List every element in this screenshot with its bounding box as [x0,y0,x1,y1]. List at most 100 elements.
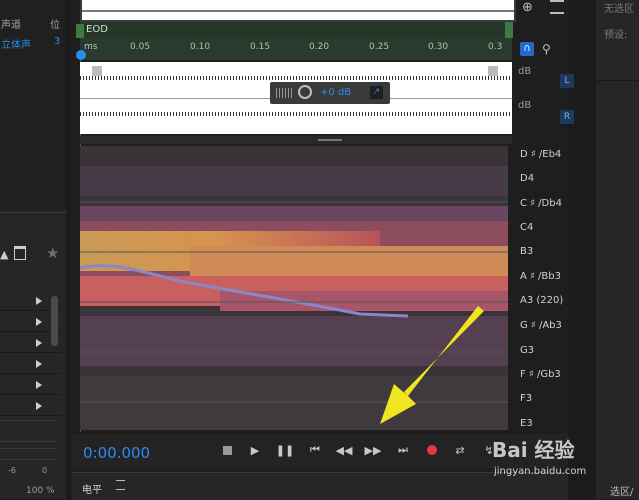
overview-waveform[interactable] [80,0,516,22]
play-icon: ▶ [250,443,260,457]
expand-icon[interactable] [36,318,42,326]
meter-percent: 100 % [26,486,55,496]
import-icon[interactable]: ▲ [0,248,8,261]
pos-header: 位 [50,20,60,31]
channel-header: 声道 [1,20,21,31]
tick-label: 0.05 [130,42,151,52]
record-button[interactable] [425,443,439,457]
gain-value[interactable]: +0 dB [320,87,351,98]
playhead[interactable] [76,50,86,60]
pitch-label: B3 [520,246,534,257]
play-button[interactable]: ▶ [248,443,262,457]
channel-l-toggle[interactable]: L [560,74,574,88]
pitch-label: D4 [520,173,535,184]
pitch-label: G ♯ /Ab3 [520,320,562,331]
tick-label: 0.20 [309,42,330,52]
pitch-label: G3 [520,345,535,356]
trash-icon[interactable] [14,246,26,260]
end-marker[interactable] [505,22,513,38]
watermark-url: jingyan.baidu.com [494,466,587,477]
next-button[interactable]: ⏭ [396,443,410,457]
rewind-icon: ◀◀ [335,443,353,457]
fast-forward-button[interactable]: ▶▶ [364,443,382,457]
level-menu-icon[interactable] [116,480,125,490]
spectral-pitch-display[interactable] [80,146,508,430]
preset-label: 预设: [604,30,628,41]
rewind-button[interactable]: ◀◀ [335,443,353,457]
zoom-icon[interactable]: ⊕ [522,0,533,15]
pin-icon[interactable]: ⚲ [542,42,551,56]
start-marker[interactable] [76,24,84,38]
list-item[interactable] [0,376,62,395]
loop-icon: ⇄ [455,443,465,457]
divider [596,80,639,81]
level-label: 电平 [82,485,102,496]
eod-label: EOD [86,24,108,35]
fast-forward-icon: ▶▶ [364,443,382,457]
expand-icon[interactable] [36,360,42,368]
list-item[interactable] [0,355,62,374]
meter-bar-bottom [0,448,56,460]
db-label: dB [518,66,532,77]
panel-divider [66,0,70,499]
left-panel: 声道 位 立体声 3 ▲ ★ -6 0 100 % [0,0,70,499]
pin-hud-icon[interactable]: ↗ [370,86,383,99]
waveform-line [82,10,514,12]
marker-bar: EOD [80,22,512,38]
record-icon [427,445,437,455]
selection-status: 无选区 [604,4,634,15]
divider [0,212,66,213]
waveform-editor[interactable]: +0 dB ↗ [80,62,512,134]
loop-button[interactable]: ⇄ [453,443,467,457]
tick-label: 0.25 [369,42,390,52]
volume-knob-icon[interactable] [298,85,312,99]
stop-button[interactable] [220,443,234,457]
pause-button[interactable]: ❚❚ [275,443,295,457]
fade-out-handle[interactable] [488,66,498,76]
meter-bar-top [0,420,56,442]
tick-label: 0.30 [428,42,449,52]
expand-icon[interactable] [36,402,42,410]
meter-label: -6 [8,466,16,475]
expand-icon[interactable] [36,339,42,347]
channel-value[interactable]: 立体声 [1,36,31,51]
time-ruler[interactable]: ms 0.05 0.10 0.15 0.20 0.25 0.30 0.3 [80,38,512,60]
pitch-label: E3 [520,418,533,429]
tick-label: 0.3 [488,42,503,52]
expand-icon[interactable] [36,297,42,305]
pitch-label: F ♯ /Gb3 [520,369,561,380]
pitch-label: C ♯ /Db4 [520,198,562,209]
tick-label: 0.10 [190,42,211,52]
star-icon[interactable]: ★ [46,244,59,262]
channel-r-toggle[interactable]: R [560,110,574,124]
db-label: dB [518,100,532,111]
effects-list [0,292,62,422]
scrollbar[interactable] [51,296,58,346]
right-panel: 无选区 预设: 选区/ [596,0,639,499]
waveform-r [80,112,512,116]
meter-label: 0 [42,466,48,475]
previous-button[interactable]: ⏮ [308,443,322,457]
tick-label: ms [84,42,98,52]
pitch-label: A3 (220) [520,295,564,306]
skip-back-icon: ⏮ [310,443,320,456]
pitch-label: D ♯ /Eb4 [520,149,562,160]
splitter-grip [318,139,342,141]
watermark-logo: Bai 经验 [492,438,575,462]
menu-icon[interactable] [550,0,564,14]
channel-number: 3 [54,36,61,47]
hud-gain[interactable]: +0 dB ↗ [270,82,390,104]
stop-icon [222,445,232,455]
snap-icon[interactable]: ∩ [520,42,534,56]
level-icon [276,88,292,98]
fade-in-handle[interactable] [92,66,102,76]
pause-icon: ❚❚ [275,443,295,457]
splitter[interactable] [80,136,512,144]
pitch-label: A ♯ /Bb3 [520,271,561,282]
pitch-label: F3 [520,393,533,404]
list-item[interactable] [0,397,62,416]
skip-forward-icon: ⏭ [398,443,408,456]
expand-icon[interactable] [36,381,42,389]
pitch-label: C4 [520,222,534,233]
time-display[interactable]: 0:00.000 [83,444,150,462]
